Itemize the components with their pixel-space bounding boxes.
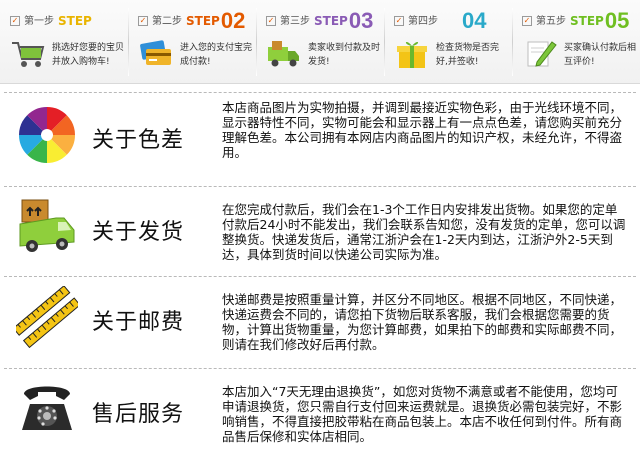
step-3-label: 第三步	[280, 16, 310, 27]
section-title-after-sales: 售后服务	[92, 402, 185, 427]
step-5-label: 第五步	[536, 16, 566, 27]
step-3: ✓ 第三步 STEP 03 卖家收到付款及时发货!	[256, 0, 384, 84]
delivery-truck-icon	[19, 199, 75, 252]
step-4-heading: ✓ 第四步 04	[394, 8, 486, 32]
step-4-number: 04	[462, 8, 487, 33]
step-5-word: STEP	[570, 14, 604, 28]
section-title-postage: 关于邮费	[92, 310, 185, 335]
step-3-heading: ✓ 第三步 STEP 03	[266, 8, 373, 32]
checkbox-icon: ✓	[138, 16, 148, 26]
section-title-color-difference: 关于色差	[92, 128, 185, 153]
section-text-postage: 快递邮费是按照重量计算，并区分不同地区。根据不同地区，不同快递，快递运费会不同的…	[222, 292, 623, 352]
section-title-shipping: 关于发货	[92, 220, 185, 245]
step-5: ✓ 第五步 STEP 05 买家确认付款后相互评价!	[512, 0, 640, 84]
step-5-heading: ✓ 第五步 STEP 05	[522, 8, 629, 32]
row-divider	[4, 92, 636, 93]
step-1-word: STEP	[58, 14, 92, 28]
row-divider	[4, 368, 636, 369]
step-2-heading: ✓ 第二步 STEP 02	[138, 8, 245, 32]
color-wheel-icon	[18, 107, 75, 163]
checkbox-icon: ✓	[266, 16, 276, 26]
gift-box-icon	[397, 41, 427, 68]
step-3-word: STEP	[314, 14, 348, 28]
section-text-color-difference: 本店商品图片为实物拍摄，并调到最接近实物色彩，由于光线环境不同，显示器特性不同，…	[222, 100, 623, 160]
row-divider	[4, 276, 636, 277]
checkbox-icon: ✓	[522, 16, 532, 26]
measuring-tape-icon	[16, 286, 78, 348]
section-text-shipping: 在您完成付款后，我们会在1-3个工作日内安排发出货物。如果您的定单付款后24小时…	[222, 202, 626, 262]
step-1: ✓ 第一步 STEP 挑选好您要的宝贝并放入购物车!	[0, 0, 128, 84]
shopping-cart-icon	[12, 42, 45, 67]
step-1-heading: ✓ 第一步 STEP	[10, 8, 93, 32]
step-5-description: 买家确认付款后相互评价!	[564, 43, 637, 67]
telephone-icon	[22, 386, 72, 430]
step-3-description: 卖家收到付款及时发货!	[308, 43, 381, 67]
checkbox-icon: ✓	[394, 16, 404, 26]
step-3-number: 03	[348, 8, 374, 33]
section-text-after-sales: 本店加入“7天无理由退换货”，如您对货物不满意或者不能使用，您均可申请退换货，您…	[222, 384, 623, 444]
order-steps-bar: ✓ 第一步 STEP 挑选好您要的宝贝并放入购物车! ✓ 第二步 STEP 02…	[0, 0, 640, 84]
step-5-number: 05	[604, 8, 630, 33]
credit-card-icon	[140, 40, 171, 65]
step-2: ✓ 第二步 STEP 02 进入您的支付宝完成付款!	[128, 0, 256, 84]
checkbox-icon: ✓	[10, 16, 20, 26]
pen-icon	[527, 41, 557, 67]
step-2-label: 第二步	[152, 16, 182, 27]
step-2-word: STEP	[186, 14, 220, 28]
step-4-label: 第四步	[408, 16, 438, 27]
row-divider	[4, 186, 636, 187]
delivery-truck-icon	[268, 41, 299, 67]
step-4: ✓ 第四步 04 检查货物是否完好,并签收!	[384, 0, 512, 84]
step-2-description: 进入您的支付宝完成付款!	[180, 43, 253, 67]
step-1-label: 第一步	[24, 16, 54, 27]
step-2-number: 02	[220, 8, 246, 33]
step-4-description: 检查货物是否完好,并签收!	[436, 43, 500, 67]
step-1-description: 挑选好您要的宝贝并放入购物车!	[52, 43, 125, 67]
